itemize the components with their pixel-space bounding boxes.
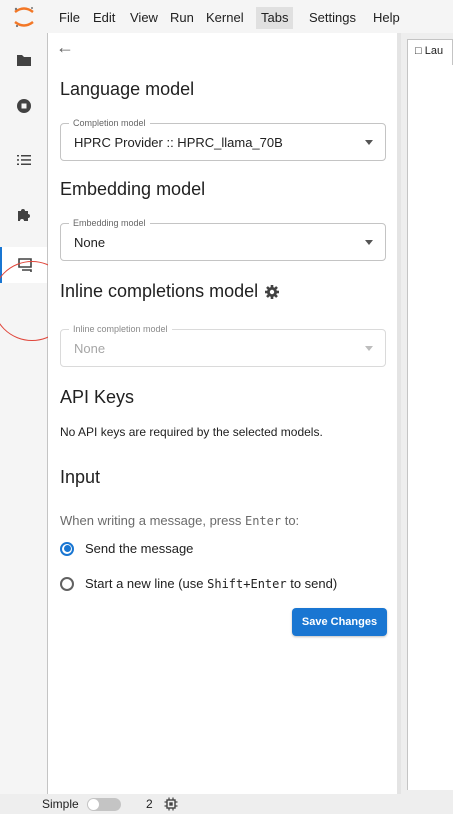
tab-launcher[interactable]: □ Lau bbox=[407, 39, 453, 65]
ai-settings-panel: ← Language model Completion model HPRC P… bbox=[48, 33, 397, 794]
menu-run[interactable]: Run bbox=[167, 10, 197, 26]
language-model-title: Language model bbox=[60, 79, 195, 99]
main-dock-area: □ Lau bbox=[401, 33, 453, 794]
menu-view[interactable]: View bbox=[127, 10, 161, 26]
radio-new-line-label: Start a new line (use Shift+Enter to sen… bbox=[85, 576, 338, 591]
radio-new-line[interactable]: Start a new line (use Shift+Enter to sen… bbox=[60, 576, 337, 591]
api-keys-title: API Keys bbox=[60, 387, 135, 407]
completion-model-label: Completion model bbox=[69, 117, 150, 129]
simple-mode-label: Simple bbox=[42, 797, 79, 811]
inline-completion-model-select[interactable]: Inline completion model None bbox=[60, 323, 386, 367]
embedding-model-title: Embedding model bbox=[60, 179, 206, 199]
inline-completion-model-label: Inline completion model bbox=[69, 323, 172, 335]
embedding-model-select[interactable]: Embedding model None bbox=[60, 217, 386, 261]
radio-send-message[interactable]: Send the message bbox=[60, 541, 193, 556]
chevron-down-icon bbox=[365, 140, 373, 145]
launcher-icon: □ bbox=[415, 45, 422, 57]
embedding-model-value: None bbox=[74, 235, 106, 250]
jupyter-logo-icon[interactable] bbox=[12, 6, 36, 28]
chevron-down-icon bbox=[365, 240, 373, 245]
completion-model-select[interactable]: Completion model HPRC Provider :: HPRC_l… bbox=[60, 117, 386, 161]
radio-send-label: Send the message bbox=[85, 541, 194, 556]
table-of-contents-icon[interactable] bbox=[0, 142, 47, 178]
radio-send-button[interactable] bbox=[60, 541, 74, 556]
save-changes-button[interactable]: Save Changes bbox=[292, 608, 387, 636]
launcher-content bbox=[407, 65, 453, 790]
extensions-icon[interactable] bbox=[0, 196, 47, 232]
arrow-left-icon[interactable]: ← bbox=[56, 37, 74, 57]
menu-help[interactable]: Help bbox=[370, 10, 403, 26]
input-title: Input bbox=[60, 467, 101, 487]
menu-bar: File Edit View Run Kernel Tabs Settings … bbox=[0, 0, 453, 33]
tab-launcher-label: Lau bbox=[424, 45, 444, 57]
chevron-down-icon bbox=[365, 346, 373, 351]
inline-completions-title: Inline completions model bbox=[60, 281, 280, 302]
gear-icon[interactable] bbox=[264, 284, 280, 300]
inline-completion-model-value: None bbox=[74, 341, 106, 356]
menu-file[interactable]: File bbox=[56, 10, 83, 26]
activity-bar bbox=[0, 33, 72, 794]
api-keys-message: No API keys are required by the selected… bbox=[60, 425, 323, 439]
running-kernels-icon[interactable] bbox=[0, 88, 47, 124]
kernel-icon[interactable] bbox=[164, 797, 178, 811]
embedding-model-label: Embedding model bbox=[69, 217, 150, 229]
folder-icon[interactable] bbox=[0, 42, 47, 78]
menu-edit[interactable]: Edit bbox=[90, 10, 118, 26]
input-prompt: When writing a message, press Enter to: bbox=[60, 513, 300, 528]
radio-new-line-button[interactable] bbox=[60, 576, 74, 591]
chat-icon[interactable] bbox=[0, 247, 47, 283]
simple-mode-toggle[interactable] bbox=[87, 798, 121, 811]
completion-model-value: HPRC Provider :: HPRC_llama_70B bbox=[74, 135, 283, 150]
inline-completions-title-text: Inline completions model bbox=[60, 281, 259, 301]
menu-settings[interactable]: Settings bbox=[306, 10, 359, 26]
menu-tabs[interactable]: Tabs bbox=[256, 7, 294, 29]
menu-kernel[interactable]: Kernel bbox=[203, 10, 247, 26]
kernel-count: 2 bbox=[146, 797, 153, 811]
status-bar: Simple 2 bbox=[0, 794, 453, 814]
